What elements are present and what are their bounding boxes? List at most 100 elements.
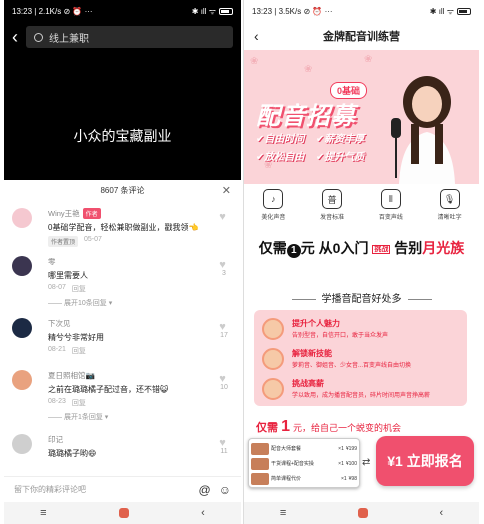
- status-time: 13:23: [12, 6, 33, 16]
- benefit-desc: 学以致用，成为播音配音员，碎片时间用声音挣高薪: [292, 393, 431, 399]
- feature-label: ✔自由时间: [256, 134, 305, 145]
- price-headline: 仅需 1 元 从0入门 挑战 告别月光族: [258, 240, 465, 258]
- comment-text[interactable]: 璐璐橘子哟😄: [48, 448, 209, 459]
- like-button[interactable]: ♥: [217, 212, 231, 223]
- hero-banner[interactable]: ❀ ❀ ❀ ❀ 0基础 配音招募 ✔自由时间 ✔薪资丰厚 ✔放松自由 ✔提升气质: [244, 50, 479, 184]
- feature-clear-articulation: 🎙 清晰吐字: [429, 186, 471, 230]
- comment-text[interactable]: 0基础学配音，轻松兼职做副业，戳我领👈: [48, 222, 209, 233]
- comment-date: 08-07: [48, 284, 66, 291]
- like-button[interactable]: ♥ 3: [217, 259, 231, 278]
- author-badge: 作者: [82, 208, 101, 219]
- heart-icon: ♥: [219, 437, 226, 449]
- like-count: 3: [222, 270, 226, 277]
- status-bar: 13:23 | 3.5K/s ⊘ ⏰ ··· ✱ ıll ᯤ: [244, 0, 479, 22]
- benefit-title: 挑战高薪: [292, 379, 324, 388]
- status-extra: ⊘ ⏰ ···: [63, 6, 93, 16]
- benefit-desc: 告别型音，自信开口，敢于当众发声: [292, 333, 389, 339]
- comment-date: 08-21: [48, 346, 66, 353]
- video-player[interactable]: ‹ 线上兼职 小众的宝藏副业: [4, 22, 241, 180]
- avatar[interactable]: [12, 256, 32, 276]
- comment-input[interactable]: 留下你的精彩评论吧 @ ☺: [4, 476, 241, 502]
- like-count: 17: [220, 332, 228, 339]
- back-arrow-icon[interactable]: ‹: [12, 28, 18, 46]
- avatar[interactable]: [12, 434, 32, 454]
- avatar[interactable]: [12, 370, 32, 390]
- benefit-item: 提升个人魅力 告别型音，自信开口，敢于当众发声: [262, 316, 459, 342]
- emoji-icon[interactable]: ☺: [219, 483, 231, 497]
- reply-link[interactable]: 回复: [72, 398, 86, 408]
- comment-text[interactable]: 精兮兮非常好用: [48, 332, 209, 343]
- like-button[interactable]: ♥ 11: [217, 437, 231, 456]
- right-screen: 13:23 | 3.5K/s ⊘ ⏰ ··· ✱ ıll ᯤ ‹ 金牌配音训练营…: [243, 0, 479, 524]
- avatar[interactable]: [12, 318, 32, 338]
- mandarin-icon: 普: [322, 189, 343, 209]
- swap-arrows-icon: ⇄: [362, 457, 371, 468]
- comment-item: 下次见 精兮兮非常好用 08-21 回复 ♥ 17: [4, 318, 241, 356]
- pinned-tag: 作者置顶: [48, 236, 79, 247]
- order-row: 干货课程+配音实操 ×1 ¥100: [251, 456, 357, 471]
- back-nav-icon[interactable]: ‹: [201, 507, 205, 519]
- expand-replies[interactable]: —— 展开1条回复 ▾: [48, 412, 209, 422]
- close-icon[interactable]: ✕: [222, 184, 231, 197]
- comment-item: Winy王艳 作者 0基础学配音，轻松兼职做副业，戳我领👈 作者置顶 05-07 ♥: [4, 208, 241, 247]
- order-list-popup[interactable]: 配音大师套餐 ×1 ¥199 干货课程+配音实操 ×1 ¥100 简单课程代价 ×1 ¥98: [248, 438, 360, 488]
- like-button[interactable]: ♥ 17: [217, 321, 231, 340]
- comment-author[interactable]: 零: [48, 256, 56, 267]
- heart-icon: ♥: [219, 373, 226, 385]
- at-icon[interactable]: @: [199, 483, 211, 497]
- video-caption: 小众的宝藏副业: [73, 128, 172, 144]
- benefit-desc: 萝莉音、御姐音、少女音...百变声线自由切换: [292, 363, 412, 369]
- comment-author[interactable]: 夏日照相馆📷: [48, 370, 95, 381]
- comments-title: 8607 条评论: [100, 185, 145, 195]
- battery-icon: [219, 7, 233, 15]
- comment-author[interactable]: Winy王艳: [48, 208, 80, 219]
- signup-button[interactable]: ¥1 立即报名: [376, 436, 474, 486]
- banner-title: 配音招募: [256, 103, 356, 130]
- feature-label: ✔提升气质: [316, 152, 365, 163]
- order-row: 简单课程代价 ×1 ¥98: [251, 471, 357, 486]
- order-row: 配音大师套餐 ×1 ¥199: [251, 441, 357, 456]
- avatar[interactable]: [12, 208, 32, 228]
- promo-line: 仅需 1 元，给自己一个蜕变的机会: [256, 418, 402, 435]
- system-nav-bar: ≡ ‹: [4, 502, 241, 524]
- back-nav-icon[interactable]: ‹: [439, 507, 443, 519]
- status-signal-icon: ✱ ıll ᯤ: [191, 6, 216, 16]
- search-icon: [34, 32, 43, 42]
- heart-icon: ♥: [219, 321, 226, 333]
- home-nav-icon[interactable]: [357, 508, 368, 518]
- course-thumbnail: [251, 472, 269, 485]
- status-signal-icon: ✱ ıll ᯤ: [429, 6, 454, 16]
- feature-label: ✔薪资丰厚: [316, 134, 365, 145]
- comment-text[interactable]: 哪里需要人: [48, 270, 209, 281]
- status-speed: 3.5K/s: [278, 6, 302, 16]
- feature-icon-row: ♪ 美化声音 普发音标准 ⦀ 百变声线 🎙 清晰吐字: [244, 186, 479, 230]
- menu-nav-icon[interactable]: ≡: [280, 507, 286, 519]
- heart-icon: ♥: [219, 259, 226, 271]
- status-speed: 2.1K/s: [38, 6, 62, 16]
- benefit-title: 提升个人魅力: [292, 319, 340, 328]
- back-arrow-icon[interactable]: ‹: [254, 28, 259, 44]
- reply-link[interactable]: 回复: [72, 346, 86, 356]
- feature-beautify-voice: ♪ 美化声音: [252, 186, 294, 230]
- microphone-icon: 🎙: [439, 189, 460, 209]
- home-nav-icon[interactable]: [118, 508, 129, 518]
- section-title: 学播音配音好处多: [244, 290, 479, 305]
- comments-sheet: 8607 条评论 ✕ Winy王艳 作者 0基础学配音，轻松兼职做副业，戳我领👈 …: [4, 180, 241, 502]
- comment-author[interactable]: 印记: [48, 434, 63, 445]
- reply-link[interactable]: 回复: [72, 284, 86, 294]
- system-nav-bar: ≡ ‹: [244, 502, 479, 524]
- music-note-icon: ♪: [263, 189, 284, 209]
- expand-replies[interactable]: —— 展开10条回复 ▾: [48, 298, 209, 308]
- benefit-item: 解锁新技能 萝莉音、御姐音、少女音...百变声线自由切换: [262, 346, 459, 372]
- comment-text[interactable]: 之前在璐璐橘子配过音，还不错😺: [48, 384, 209, 395]
- benefit-item: 挑战高薪 学以致用，成为播音配音员，碎片时间用声音挣高薪: [262, 376, 459, 402]
- comment-author[interactable]: 下次见: [48, 318, 71, 329]
- left-screen: 13:23 | 2.1K/s ⊘ ⏰ ··· ✱ ıll ᯤ ‹ 线上兼职 小众…: [4, 0, 241, 524]
- course-thumbnail: [251, 457, 269, 470]
- menu-nav-icon[interactable]: ≡: [40, 507, 46, 519]
- search-input[interactable]: 线上兼职: [26, 26, 233, 48]
- paw-icon: ❀: [250, 56, 259, 67]
- page-title: 金牌配音训练营: [323, 31, 400, 43]
- like-button[interactable]: ♥ 10: [217, 373, 231, 392]
- battery-icon: [457, 7, 471, 15]
